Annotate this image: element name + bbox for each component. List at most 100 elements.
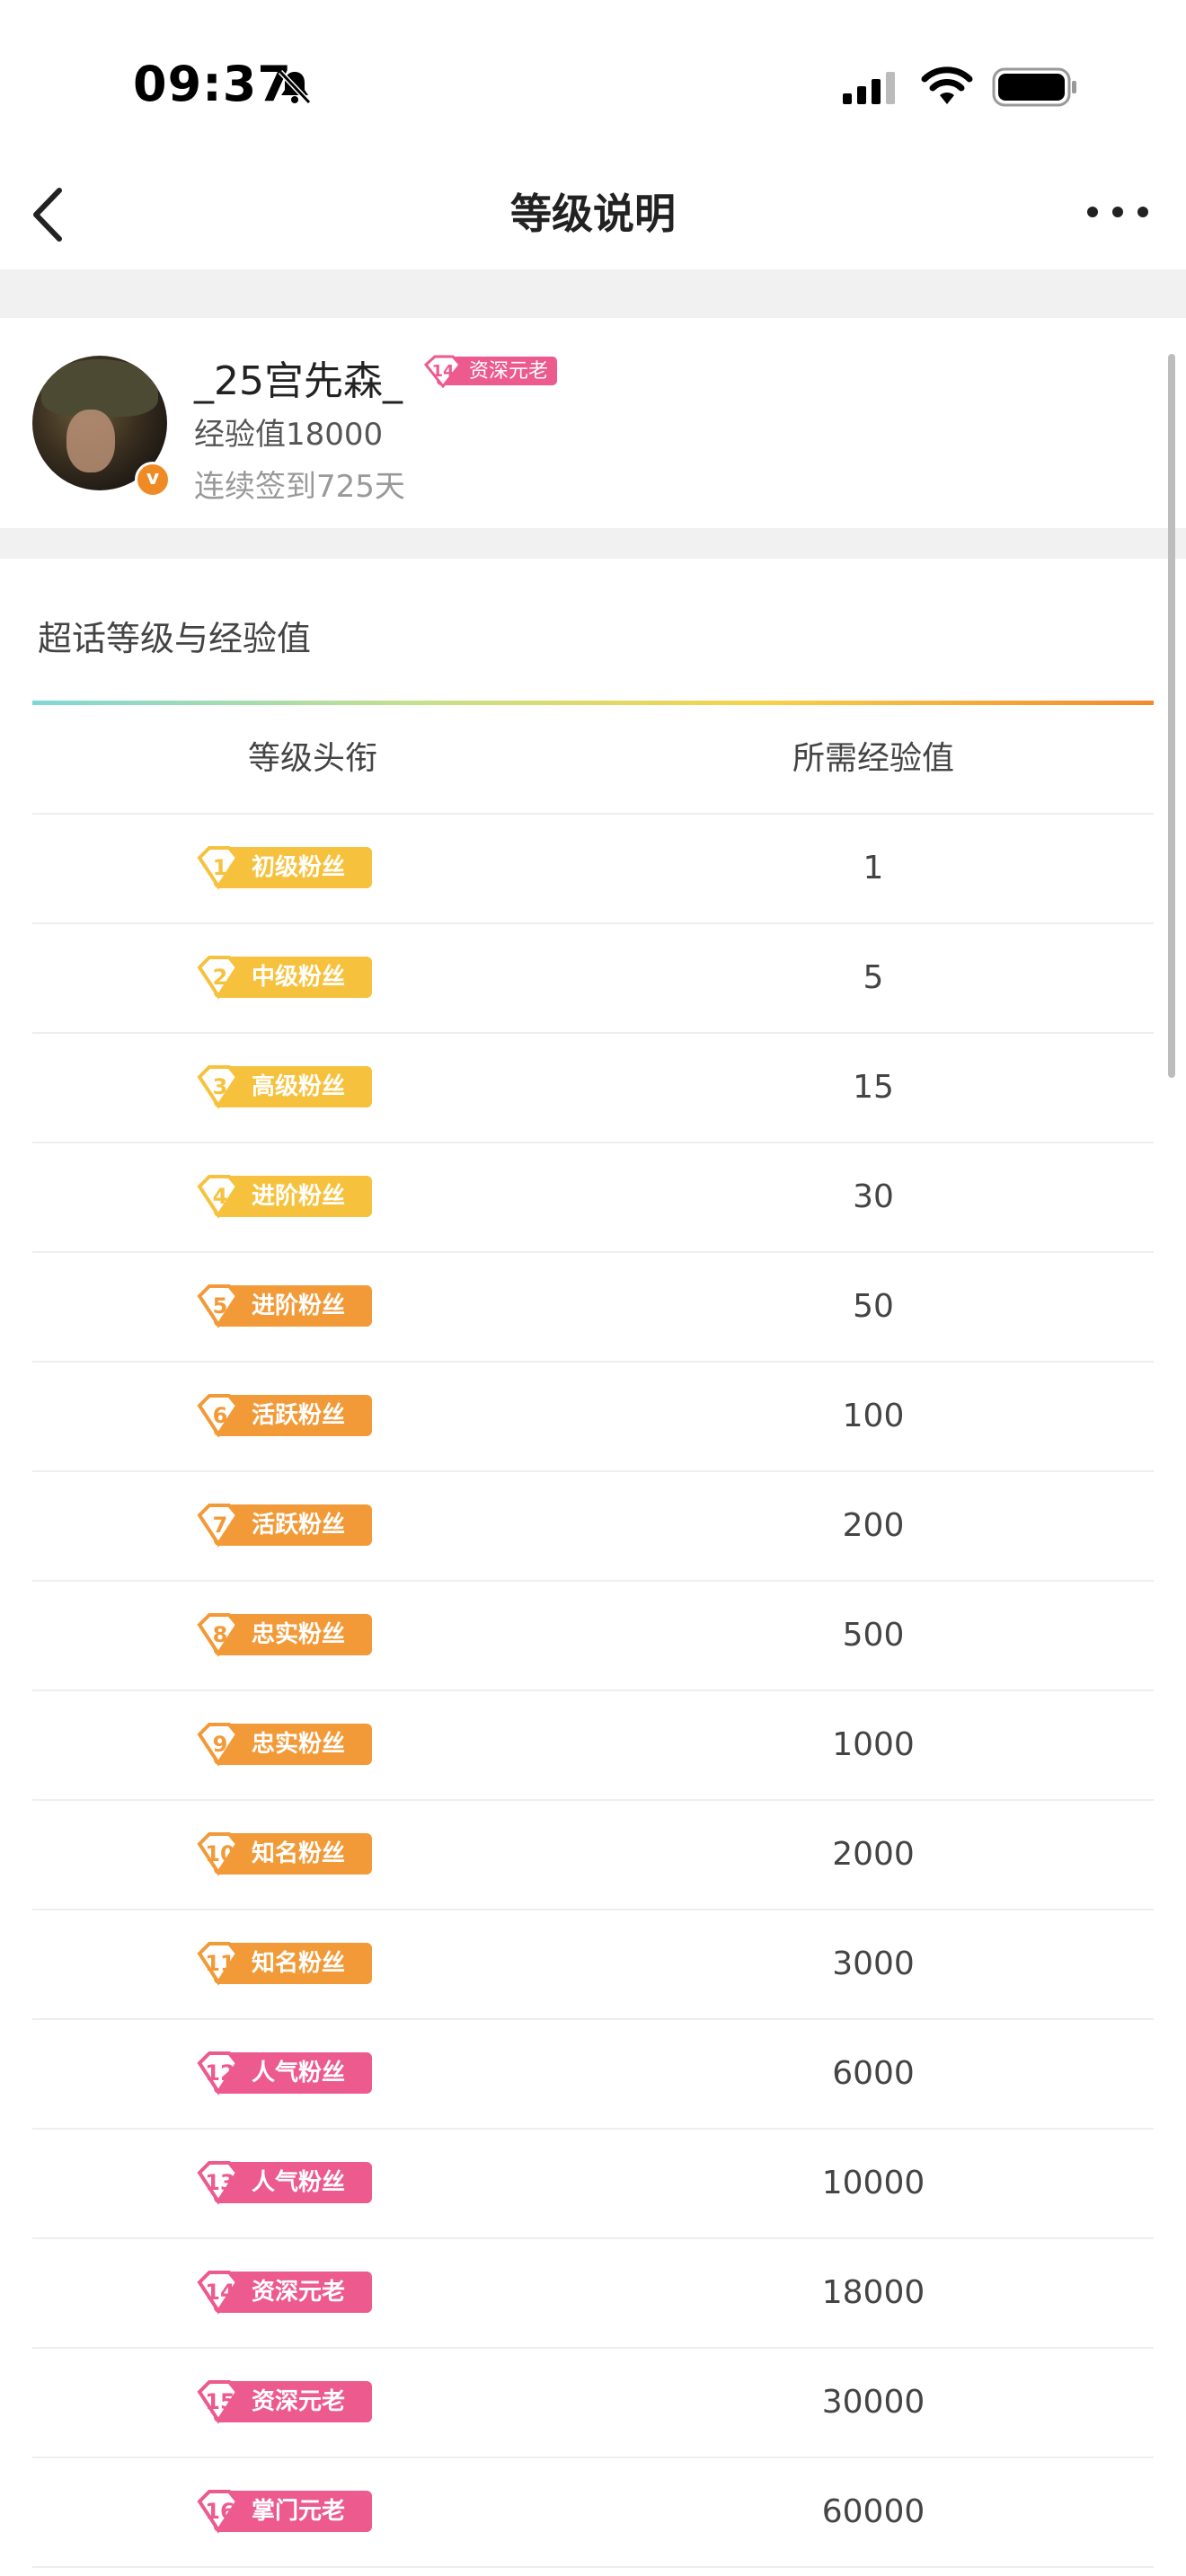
required-exp-value: 50 bbox=[853, 1288, 894, 1325]
table-row: 5 进阶粉丝 50 bbox=[32, 1253, 1154, 1363]
divider-band bbox=[0, 528, 1186, 559]
level-number: 15 bbox=[205, 2389, 235, 2414]
level-title: 人气粉丝 bbox=[252, 2060, 346, 2086]
required-exp-value: 60000 bbox=[821, 2493, 925, 2530]
level-badge: 12 人气粉丝 bbox=[196, 2051, 372, 2095]
level-number: 9 bbox=[212, 1732, 228, 1757]
table-header: 等级头衔 所需经验值 bbox=[32, 705, 1154, 815]
level-badge: 7 活跃粉丝 bbox=[196, 1504, 372, 1548]
level-badge: 16 掌门元老 bbox=[196, 2490, 372, 2534]
level-number: 1 bbox=[212, 855, 228, 880]
table-row: 13 人气粉丝 10000 bbox=[32, 2130, 1154, 2239]
table-row: 1 初级粉丝 1 bbox=[32, 815, 1154, 924]
level-title: 进阶粉丝 bbox=[252, 1292, 346, 1319]
level-badge: 9 忠实粉丝 bbox=[196, 1723, 372, 1767]
table-row: 9 忠实粉丝 1000 bbox=[32, 1691, 1154, 1801]
level-number: 10 bbox=[205, 1841, 235, 1866]
level-number: 4 bbox=[212, 1184, 228, 1209]
level-badge: 1 初级粉丝 bbox=[196, 846, 372, 890]
level-badge: 6 活跃粉丝 bbox=[196, 1394, 372, 1438]
level-title: 忠实粉丝 bbox=[252, 1731, 346, 1758]
level-badge: 13 人气粉丝 bbox=[196, 2161, 372, 2205]
nav-bar: 等级说明 bbox=[0, 162, 1186, 269]
svg-text:资深元老: 资深元老 bbox=[469, 360, 548, 383]
table-row: 10 知名粉丝 2000 bbox=[32, 1801, 1154, 1910]
header-required-exp: 所需经验值 bbox=[792, 740, 954, 777]
section-title: 超话等级与经验值 bbox=[38, 619, 312, 658]
level-title: 人气粉丝 bbox=[252, 2169, 346, 2196]
level-badge: 10 知名粉丝 bbox=[196, 1832, 372, 1876]
checkin-streak: 连续签到725天 bbox=[194, 469, 405, 505]
level-number: 8 bbox=[212, 1622, 228, 1647]
table-row: 14 资深元老 18000 bbox=[32, 2239, 1154, 2349]
level-badge: 2 中级粉丝 bbox=[196, 956, 372, 1000]
required-exp-value: 30 bbox=[853, 1178, 894, 1215]
required-exp-value: 2000 bbox=[832, 1836, 915, 1873]
table-row: 11 知名粉丝 3000 bbox=[32, 1910, 1154, 2020]
level-number: 2 bbox=[212, 965, 228, 990]
table-row: 16 掌门元老 60000 bbox=[32, 2458, 1154, 2568]
user-exp: 经验值18000 bbox=[194, 417, 384, 453]
level-title: 资深元老 bbox=[252, 2388, 346, 2415]
page-title: 等级说明 bbox=[510, 190, 676, 238]
table-row: 4 进阶粉丝 30 bbox=[32, 1143, 1154, 1253]
level-table: 等级头衔 所需经验值 1 初级粉丝 1 2 中级粉丝 5 3 高级粉丝 15 4 进阶粉丝 30 5 进阶… bbox=[32, 705, 1154, 2568]
level-title: 掌门元老 bbox=[252, 2498, 346, 2525]
level-title: 资深元老 bbox=[252, 2279, 346, 2306]
table-row: 12 人气粉丝 6000 bbox=[32, 2020, 1154, 2130]
status-time: 09:37 bbox=[133, 56, 292, 112]
table-row: 2 中级粉丝 5 bbox=[32, 924, 1154, 1034]
wifi-icon bbox=[921, 66, 973, 104]
table-row: 8 忠实粉丝 500 bbox=[32, 1582, 1154, 1691]
required-exp-value: 30000 bbox=[821, 2384, 925, 2421]
level-title: 进阶粉丝 bbox=[252, 1183, 346, 1210]
more-options-icon[interactable] bbox=[1084, 194, 1152, 230]
level-title: 知名粉丝 bbox=[252, 1950, 346, 1977]
level-title: 活跃粉丝 bbox=[252, 1402, 346, 1429]
required-exp-value: 3000 bbox=[832, 1945, 915, 1982]
level-title: 活跃粉丝 bbox=[252, 1512, 346, 1539]
cellular-signal-icon bbox=[843, 72, 895, 104]
table-row: 6 活跃粉丝 100 bbox=[32, 1363, 1154, 1472]
required-exp-value: 500 bbox=[842, 1617, 905, 1654]
verified-badge-icon: v bbox=[135, 462, 171, 498]
status-bar: 09:37 bbox=[0, 0, 1186, 144]
required-exp-value: 18000 bbox=[821, 2274, 925, 2311]
level-title: 忠实粉丝 bbox=[252, 1621, 346, 1648]
level-badge: 11 知名粉丝 bbox=[196, 1942, 372, 1986]
level-badge: 8 忠实粉丝 bbox=[196, 1613, 372, 1657]
required-exp-value: 15 bbox=[853, 1069, 894, 1106]
level-title: 中级粉丝 bbox=[252, 964, 346, 991]
required-exp-value: 200 bbox=[842, 1507, 905, 1544]
level-badge: 15 资深元老 bbox=[196, 2380, 372, 2424]
table-row: 7 活跃粉丝 200 bbox=[32, 1472, 1154, 1582]
level-number: 16 bbox=[205, 2499, 235, 2524]
username: _25宫先森_ bbox=[194, 358, 403, 404]
header-level-title: 等级头衔 bbox=[247, 740, 377, 777]
scrollbar[interactable] bbox=[1168, 354, 1175, 1078]
level-number: 5 bbox=[212, 1293, 228, 1319]
level-title: 高级粉丝 bbox=[252, 1073, 346, 1100]
bell-muted-icon bbox=[278, 69, 312, 105]
level-badge: 5 进阶粉丝 bbox=[196, 1284, 372, 1328]
divider-band bbox=[0, 269, 1186, 318]
battery-icon bbox=[992, 67, 1076, 107]
level-number: 11 bbox=[205, 1951, 235, 1976]
required-exp-value: 6000 bbox=[832, 2055, 915, 2092]
level-title: 初级粉丝 bbox=[252, 854, 346, 881]
level-number: 12 bbox=[205, 2060, 235, 2086]
table-row: 3 高级粉丝 15 bbox=[32, 1034, 1154, 1143]
required-exp-value: 100 bbox=[842, 1398, 905, 1434]
required-exp-value: 10000 bbox=[821, 2165, 925, 2201]
user-level-badge: 14 资深元老 bbox=[423, 355, 557, 388]
svg-text:14: 14 bbox=[431, 362, 454, 381]
level-number: 13 bbox=[205, 2170, 235, 2195]
level-number: 3 bbox=[212, 1074, 228, 1099]
required-exp-value: 5 bbox=[863, 959, 884, 996]
required-exp-value: 1000 bbox=[832, 1726, 915, 1763]
level-number: 7 bbox=[212, 1513, 228, 1538]
level-number: 6 bbox=[212, 1403, 228, 1428]
level-number: 14 bbox=[205, 2280, 235, 2305]
level-title: 知名粉丝 bbox=[252, 1840, 346, 1867]
table-row: 15 资深元老 30000 bbox=[32, 2349, 1154, 2458]
